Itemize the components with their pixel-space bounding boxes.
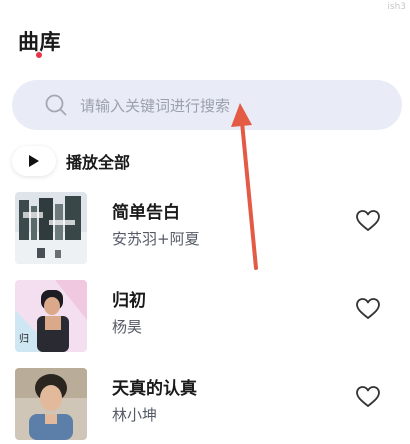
song-row[interactable]: 天真的认真 林小坤 — [0, 362, 410, 444]
song-row[interactable]: 简单告白 安苏羽+阿夏 — [0, 186, 410, 274]
search-icon — [45, 94, 67, 116]
song-title: 天真的认真 — [112, 379, 197, 399]
play-all-label[interactable]: 播放全部 — [66, 149, 130, 173]
watermark: ish3 — [387, 2, 406, 12]
album-cover — [15, 192, 87, 264]
song-row[interactable]: 归 归初 杨昊 — [0, 274, 410, 362]
search-bar[interactable]: 请输入关键词进行搜索 — [12, 80, 402, 130]
play-all-button[interactable] — [12, 146, 56, 176]
song-artist: 杨昊 — [112, 318, 143, 336]
song-artist: 林小坤 — [112, 406, 158, 424]
song-title: 归初 — [112, 291, 146, 311]
like-button[interactable] — [354, 296, 382, 322]
title-indicator-dot — [36, 52, 42, 58]
song-list: 简单告白 安苏羽+阿夏 归 归初 杨昊 天真的认真 林小坤 — [0, 186, 410, 444]
album-cover: 归 — [15, 280, 87, 352]
search-placeholder[interactable]: 请输入关键词进行搜索 — [80, 95, 230, 116]
heart-outline-icon — [356, 298, 380, 319]
song-title: 简单告白 — [112, 203, 180, 223]
play-icon — [29, 155, 39, 167]
song-artist: 安苏羽+阿夏 — [112, 230, 200, 248]
album-cover — [15, 368, 87, 440]
like-button[interactable] — [354, 384, 382, 410]
like-button[interactable] — [354, 208, 382, 234]
play-all-row[interactable]: 播放全部 — [12, 146, 130, 176]
heart-outline-icon — [356, 386, 380, 407]
svg-text:归: 归 — [19, 332, 29, 345]
heart-outline-icon — [356, 210, 380, 231]
